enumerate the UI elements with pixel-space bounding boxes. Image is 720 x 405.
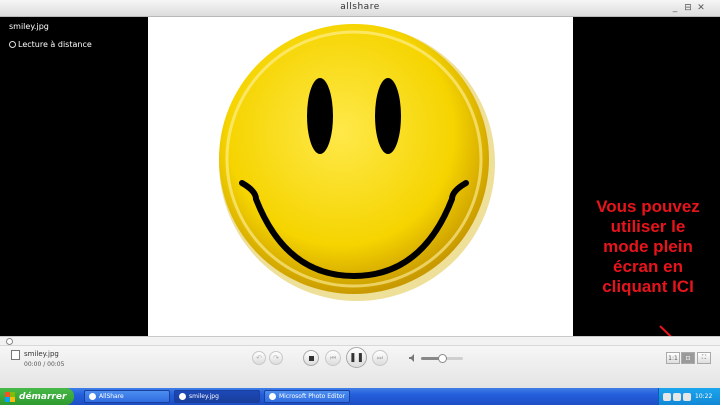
windows-taskbar: démarrer AllShare smiley.jpg Microsoft P… xyxy=(0,388,720,405)
clock: 10:22 xyxy=(695,393,713,400)
annotation-line: Vous pouvez xyxy=(596,197,700,216)
video-area[interactable]: smiley.jpg Lecture à distance Vous pouve… xyxy=(0,17,720,364)
annotation-line: utiliser le xyxy=(610,217,686,236)
system-tray: 10:22 xyxy=(658,388,720,405)
rotate-right-button[interactable]: ↷ xyxy=(269,351,283,365)
seek-handle[interactable] xyxy=(6,338,13,345)
previous-icon: ⏮ xyxy=(329,353,337,362)
tray-icon[interactable] xyxy=(663,392,671,401)
remote-icon xyxy=(9,41,16,48)
time-display: 00:00 / 00:05 xyxy=(24,361,65,368)
start-label: démarrer xyxy=(19,391,67,402)
fit-window-button[interactable]: ⊡ xyxy=(681,352,695,364)
seek-bar[interactable] xyxy=(0,337,720,346)
pause-button[interactable]: ❚❚ xyxy=(346,347,367,368)
annotation-line: mode plein xyxy=(603,237,693,256)
windows-flag-icon xyxy=(5,391,15,402)
taskbar-item-label: AllShare xyxy=(99,393,124,400)
control-bar: smiley.jpg 00:00 / 00:05 ↶ ↷ ⏮ ❚❚ ⏭ 1:1 … xyxy=(0,336,720,388)
title-bar[interactable]: allshare _ ⊟ ✕ xyxy=(0,0,720,17)
speaker-icon[interactable] xyxy=(409,354,417,362)
file-icon xyxy=(11,350,20,360)
annotation-line: cliquant ICI xyxy=(602,277,694,296)
rotate-left-icon: ↶ xyxy=(256,354,262,362)
next-icon: ⏭ xyxy=(376,353,384,362)
rotate-right-icon: ↷ xyxy=(273,354,279,362)
remote-playback-link[interactable]: Lecture à distance xyxy=(9,40,92,49)
taskbar-item-smiley[interactable]: smiley.jpg xyxy=(174,390,260,403)
start-button[interactable]: démarrer xyxy=(0,388,74,405)
taskbar-item-label: smiley.jpg xyxy=(189,393,219,400)
allshare-app-icon xyxy=(179,393,186,400)
allshare-app-icon xyxy=(89,393,96,400)
minimize-button[interactable]: _ xyxy=(669,2,681,14)
previous-button[interactable]: ⏮ xyxy=(325,350,341,366)
annotation-line: écran en xyxy=(613,257,683,276)
image-frame xyxy=(148,17,573,336)
close-button[interactable]: ✕ xyxy=(695,2,707,14)
taskbar-item-allshare[interactable]: AllShare xyxy=(84,390,170,403)
taskbar-item-label: Microsoft Photo Editor xyxy=(279,393,345,400)
volume-slider[interactable] xyxy=(421,354,463,363)
current-filename: smiley.jpg xyxy=(24,350,59,358)
remote-playback-label: Lecture à distance xyxy=(18,40,92,49)
tray-icon[interactable] xyxy=(673,392,681,401)
pause-icon: ❚❚ xyxy=(348,352,365,363)
rotate-left-button[interactable]: ↶ xyxy=(252,351,266,365)
stop-button[interactable] xyxy=(303,350,319,366)
restore-button[interactable]: ⊟ xyxy=(682,2,694,14)
taskbar-item-photo-editor[interactable]: Microsoft Photo Editor xyxy=(264,390,350,403)
fullscreen-hint-annotation: Vous pouvez utiliser le mode plein écran… xyxy=(583,197,713,297)
overlay-filename: smiley.jpg xyxy=(9,22,49,31)
next-button[interactable]: ⏭ xyxy=(372,350,388,366)
photo-editor-icon xyxy=(269,393,276,400)
actual-size-button[interactable]: 1:1 xyxy=(666,352,680,364)
tray-icon[interactable] xyxy=(683,392,691,401)
window-title: allshare xyxy=(340,2,380,12)
fullscreen-button[interactable]: ⛶ xyxy=(697,352,711,364)
stop-icon xyxy=(308,355,314,361)
smiley-face-image xyxy=(219,24,495,301)
volume-handle[interactable] xyxy=(438,354,447,363)
allshare-window: allshare _ ⊟ ✕ smiley.jpg Lecture à dist… xyxy=(0,0,720,388)
